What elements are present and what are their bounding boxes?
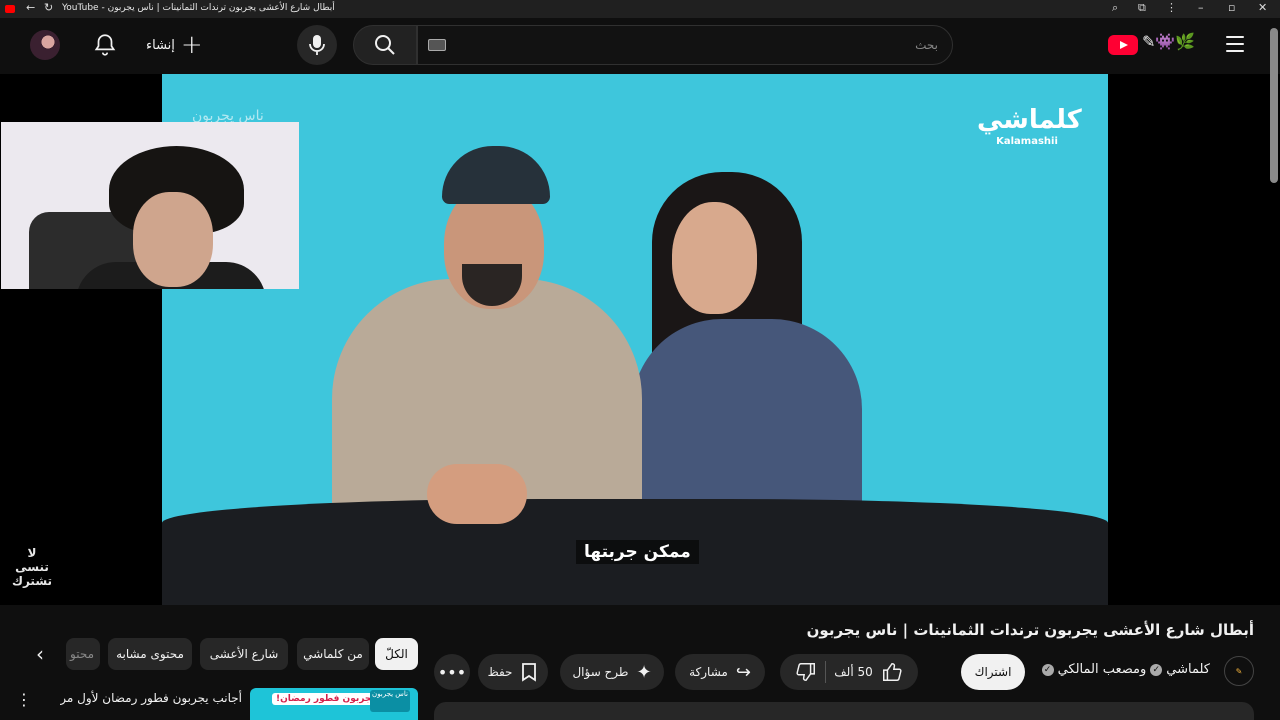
watermark-arabic: كلماشي	[977, 105, 1082, 135]
like-icon[interactable]	[881, 661, 903, 683]
search-button[interactable]	[353, 25, 417, 65]
like-count[interactable]: 50 ألف	[834, 665, 873, 679]
sparkle-icon: ✦	[636, 661, 652, 683]
caption-text: ممكن جربتها	[576, 540, 699, 564]
thumbnail-logo: ناس يجربون	[370, 690, 410, 712]
save-button[interactable]: حفظ	[478, 654, 548, 690]
search-input[interactable]	[418, 26, 952, 64]
youtube-doodle-icon[interactable]: ✎👾🌿	[1142, 32, 1195, 51]
ask-button[interactable]: ✦ طرح سؤال	[560, 654, 664, 690]
subscribe-reminder: لا تنسى تشترك	[11, 546, 53, 588]
browser-menu-icon[interactable]: ⋮	[1166, 1, 1177, 14]
plus-icon: +	[180, 30, 203, 60]
man-cap	[442, 146, 550, 204]
webcam-overlay	[1, 122, 299, 289]
reload-icon[interactable]: ↻	[44, 1, 53, 14]
menu-icon[interactable]	[1226, 36, 1244, 52]
youtube-header: إنشاء + ✎👾🌿	[0, 18, 1280, 74]
minimize-icon[interactable]: –	[1198, 1, 1204, 14]
watermark-english: Kalamashii	[996, 136, 1058, 147]
extensions-icon[interactable]: ⧉	[1138, 1, 1146, 15]
page-scrollbar[interactable]	[1270, 28, 1278, 183]
video-title: أبطال شارع الأعشى يجربون ترندات الثمانين…	[806, 621, 1254, 639]
ask-label: طرح سؤال	[572, 665, 629, 679]
window-title: YouTube - أبطال شارع الأعشى يجربون ترندا…	[62, 3, 335, 13]
subscribe-button[interactable]: اشتراك	[961, 654, 1025, 690]
channel-name-2[interactable]: ومصعب المالكي	[1058, 662, 1147, 677]
chip-partial[interactable]: محتو	[66, 638, 100, 670]
recommendation-thumbnail[interactable]: أجانب يجربون فطور رمضان! ناس يجربون	[250, 688, 418, 720]
dislike-icon[interactable]	[795, 661, 817, 683]
channel-name-1[interactable]: كلماشي	[1166, 662, 1210, 677]
window-titlebar: ← ↻ YouTube - أبطال شارع الأعشى يجربون ت…	[0, 0, 1280, 18]
chevron-left-icon[interactable]: ‹	[28, 642, 52, 666]
keyboard-icon[interactable]	[428, 39, 446, 51]
youtube-favicon-icon	[5, 5, 15, 13]
channel-watermark: كلماشي Kalamashii	[977, 104, 1082, 147]
account-avatar[interactable]	[30, 30, 60, 60]
more-actions-icon[interactable]: •••	[434, 654, 470, 690]
verified-icon: ✓	[1041, 663, 1054, 676]
search-icon	[375, 35, 395, 55]
video-frame[interactable]: ناس يجربون كلماشي Kalamashii ممكن جربتها	[162, 74, 1108, 605]
voice-search-button[interactable]	[297, 25, 337, 65]
like-divider	[825, 661, 827, 683]
create-label: إنشاء	[146, 37, 175, 53]
channel-avatar[interactable]: ✎	[1224, 656, 1254, 686]
woman-face	[672, 202, 757, 314]
webcam-face	[133, 192, 213, 287]
back-icon[interactable]: ←	[26, 1, 35, 14]
man-hands	[427, 464, 527, 524]
chip-similar[interactable]: محتوى مشابه	[108, 638, 192, 670]
create-button[interactable]: إنشاء +	[146, 32, 203, 58]
description-box[interactable]	[434, 702, 1254, 720]
video-player[interactable]: ناس يجربون كلماشي Kalamashii ممكن جربتها…	[0, 74, 1280, 605]
search-box	[417, 25, 953, 65]
share-icon: ↪	[735, 661, 751, 683]
share-button[interactable]: ↪ مشاركة	[675, 654, 765, 690]
recommendation-menu-icon[interactable]: ⋮	[16, 690, 32, 709]
save-label: حفظ	[487, 665, 513, 679]
chip-from-channel[interactable]: من كلماشي	[297, 638, 369, 670]
share-label: مشاركة	[689, 665, 728, 679]
close-icon[interactable]: ✕	[1258, 1, 1267, 14]
bookmark-icon	[522, 663, 537, 682]
recommendation-title[interactable]: أجانب يجربون فطور رمضان لأول مرة! | ناس …	[60, 690, 242, 706]
microphone-icon	[309, 35, 325, 55]
zoom-icon[interactable]: ⌕	[1112, 1, 1118, 15]
chip-street[interactable]: شارع الأعشى	[200, 638, 288, 670]
youtube-logo[interactable]	[1108, 35, 1138, 55]
restore-icon[interactable]: ▫	[1228, 1, 1235, 14]
notifications-bell-icon[interactable]	[92, 32, 118, 58]
verified-icon: ✓	[1150, 663, 1163, 676]
channel-names[interactable]: كلماشي ✓ ومصعب المالكي ✓	[1041, 662, 1210, 677]
like-dislike-group: 50 ألف	[780, 654, 918, 690]
chip-all[interactable]: الكلّ	[375, 638, 418, 670]
